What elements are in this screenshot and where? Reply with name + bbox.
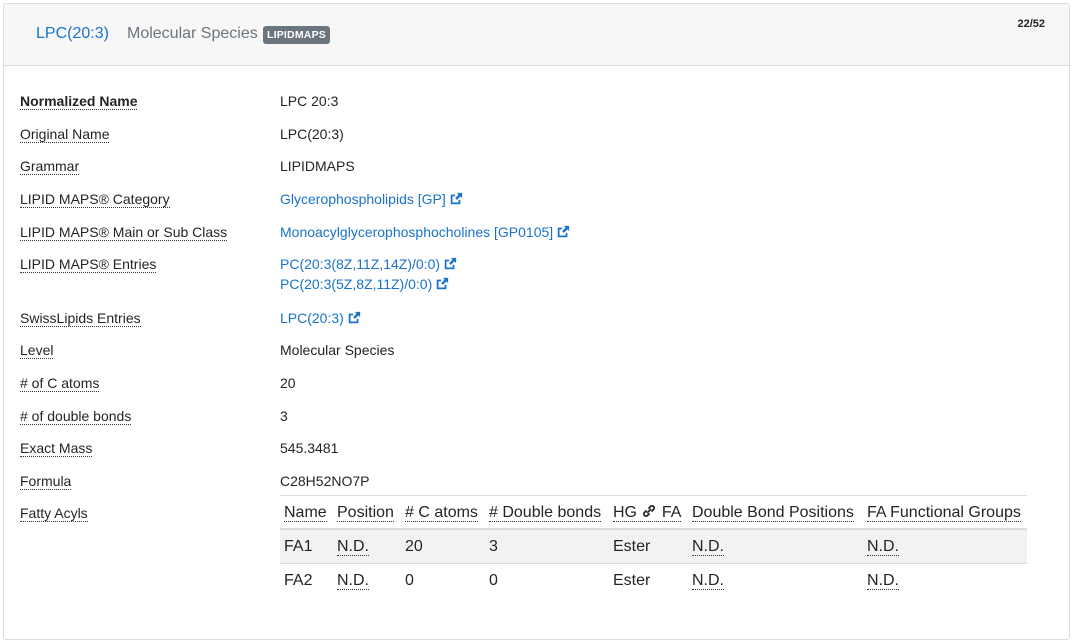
- field-label: # of C atoms: [20, 375, 100, 392]
- field-value: Molecular Species: [280, 342, 395, 358]
- column-header-fa-groups: FA Functional Groups: [867, 503, 1021, 522]
- field-label: Level: [20, 342, 54, 359]
- field-label: LIPID MAPS® Category: [20, 191, 170, 208]
- field-label: Normalized Name: [20, 93, 138, 110]
- cell-hg-fa: Ester: [609, 563, 688, 598]
- column-header-double-bonds: # Double bonds: [489, 503, 602, 522]
- cell-c-atoms: 20: [401, 529, 485, 564]
- swisslipids-link[interactable]: LPC(20:3): [280, 310, 344, 326]
- table-header-row: Name Position # C atoms # Double bonds H…: [280, 495, 1027, 530]
- grammar-badge: LIPIDMAPS: [263, 26, 330, 44]
- main-class-link[interactable]: Monoacylglycerophosphocholines [GP0105]: [280, 224, 553, 240]
- cell-position: N.D.: [337, 572, 369, 591]
- external-link-icon[interactable]: [556, 225, 570, 239]
- cell-name: FA2: [280, 563, 333, 598]
- cell-fa-groups: N.D.: [867, 538, 899, 556]
- link-chain-icon: [643, 505, 656, 517]
- field-value: 545.3481: [280, 440, 339, 456]
- external-link-icon[interactable]: [435, 277, 449, 291]
- table-row: FA2 N.D. 0 0 Ester N.D. N.D.: [280, 563, 1027, 598]
- field-label: # of double bonds: [20, 408, 132, 425]
- field-label: LIPID MAPS® Entries: [20, 256, 157, 273]
- column-header-hg-fa: HG FA: [613, 504, 682, 522]
- field-value: C28H52NO7P: [280, 473, 370, 489]
- external-link-icon[interactable]: [443, 257, 457, 271]
- column-header-name: Name: [284, 503, 327, 522]
- field-label: SwissLipids Entries: [20, 310, 141, 327]
- field-label: LIPID MAPS® Main or Sub Class: [20, 224, 228, 241]
- lipidmaps-entry-link[interactable]: PC(20:3(5Z,8Z,11Z)/0:0): [280, 276, 432, 292]
- external-link-icon[interactable]: [449, 192, 463, 206]
- cell-hg-fa: Ester: [609, 529, 688, 564]
- field-value: LPC 20:3: [280, 93, 339, 109]
- column-header-position: Position: [337, 503, 394, 522]
- cell-db-positions: N.D.: [692, 538, 724, 556]
- cell-name: FA1: [280, 529, 333, 564]
- result-counter: 22/52: [1017, 18, 1045, 30]
- column-header-db-positions: Double Bond Positions: [692, 503, 854, 522]
- field-label: Original Name: [20, 126, 110, 143]
- lipid-level: Molecular Species: [127, 25, 258, 42]
- lipid-title-link[interactable]: LPC(20:3): [36, 25, 109, 43]
- field-label: Grammar: [20, 158, 80, 175]
- cell-double-bonds: 0: [485, 563, 609, 598]
- field-label: Fatty Acyls: [20, 505, 88, 522]
- field-value: LIPIDMAPS: [280, 158, 355, 174]
- field-label: Exact Mass: [20, 440, 93, 457]
- card-header: LPC(20:3) Molecular Species LIPIDMAPS 22…: [4, 4, 1069, 66]
- cell-position: N.D.: [337, 538, 369, 556]
- fatty-acyls-table: Name Position # C atoms # Double bonds H…: [280, 495, 1027, 598]
- cell-double-bonds: 3: [485, 529, 609, 564]
- field-value: LPC(20:3): [280, 126, 344, 142]
- external-link-icon[interactable]: [347, 311, 361, 325]
- column-header-c-atoms: # C atoms: [405, 503, 478, 522]
- field-value: 3: [280, 408, 288, 424]
- cell-fa-groups: N.D.: [867, 572, 899, 591]
- field-label: Formula: [20, 473, 72, 490]
- lipidmaps-entry-link[interactable]: PC(20:3(8Z,11Z,14Z)/0:0): [280, 256, 440, 272]
- category-link[interactable]: Glycerophospholipids [GP]: [280, 191, 446, 207]
- table-row: FA1 N.D. 20 3 Ester N.D. N.D.: [280, 529, 1027, 564]
- field-value: 20: [280, 375, 296, 391]
- cell-c-atoms: 0: [401, 563, 485, 598]
- cell-db-positions: N.D.: [692, 572, 724, 591]
